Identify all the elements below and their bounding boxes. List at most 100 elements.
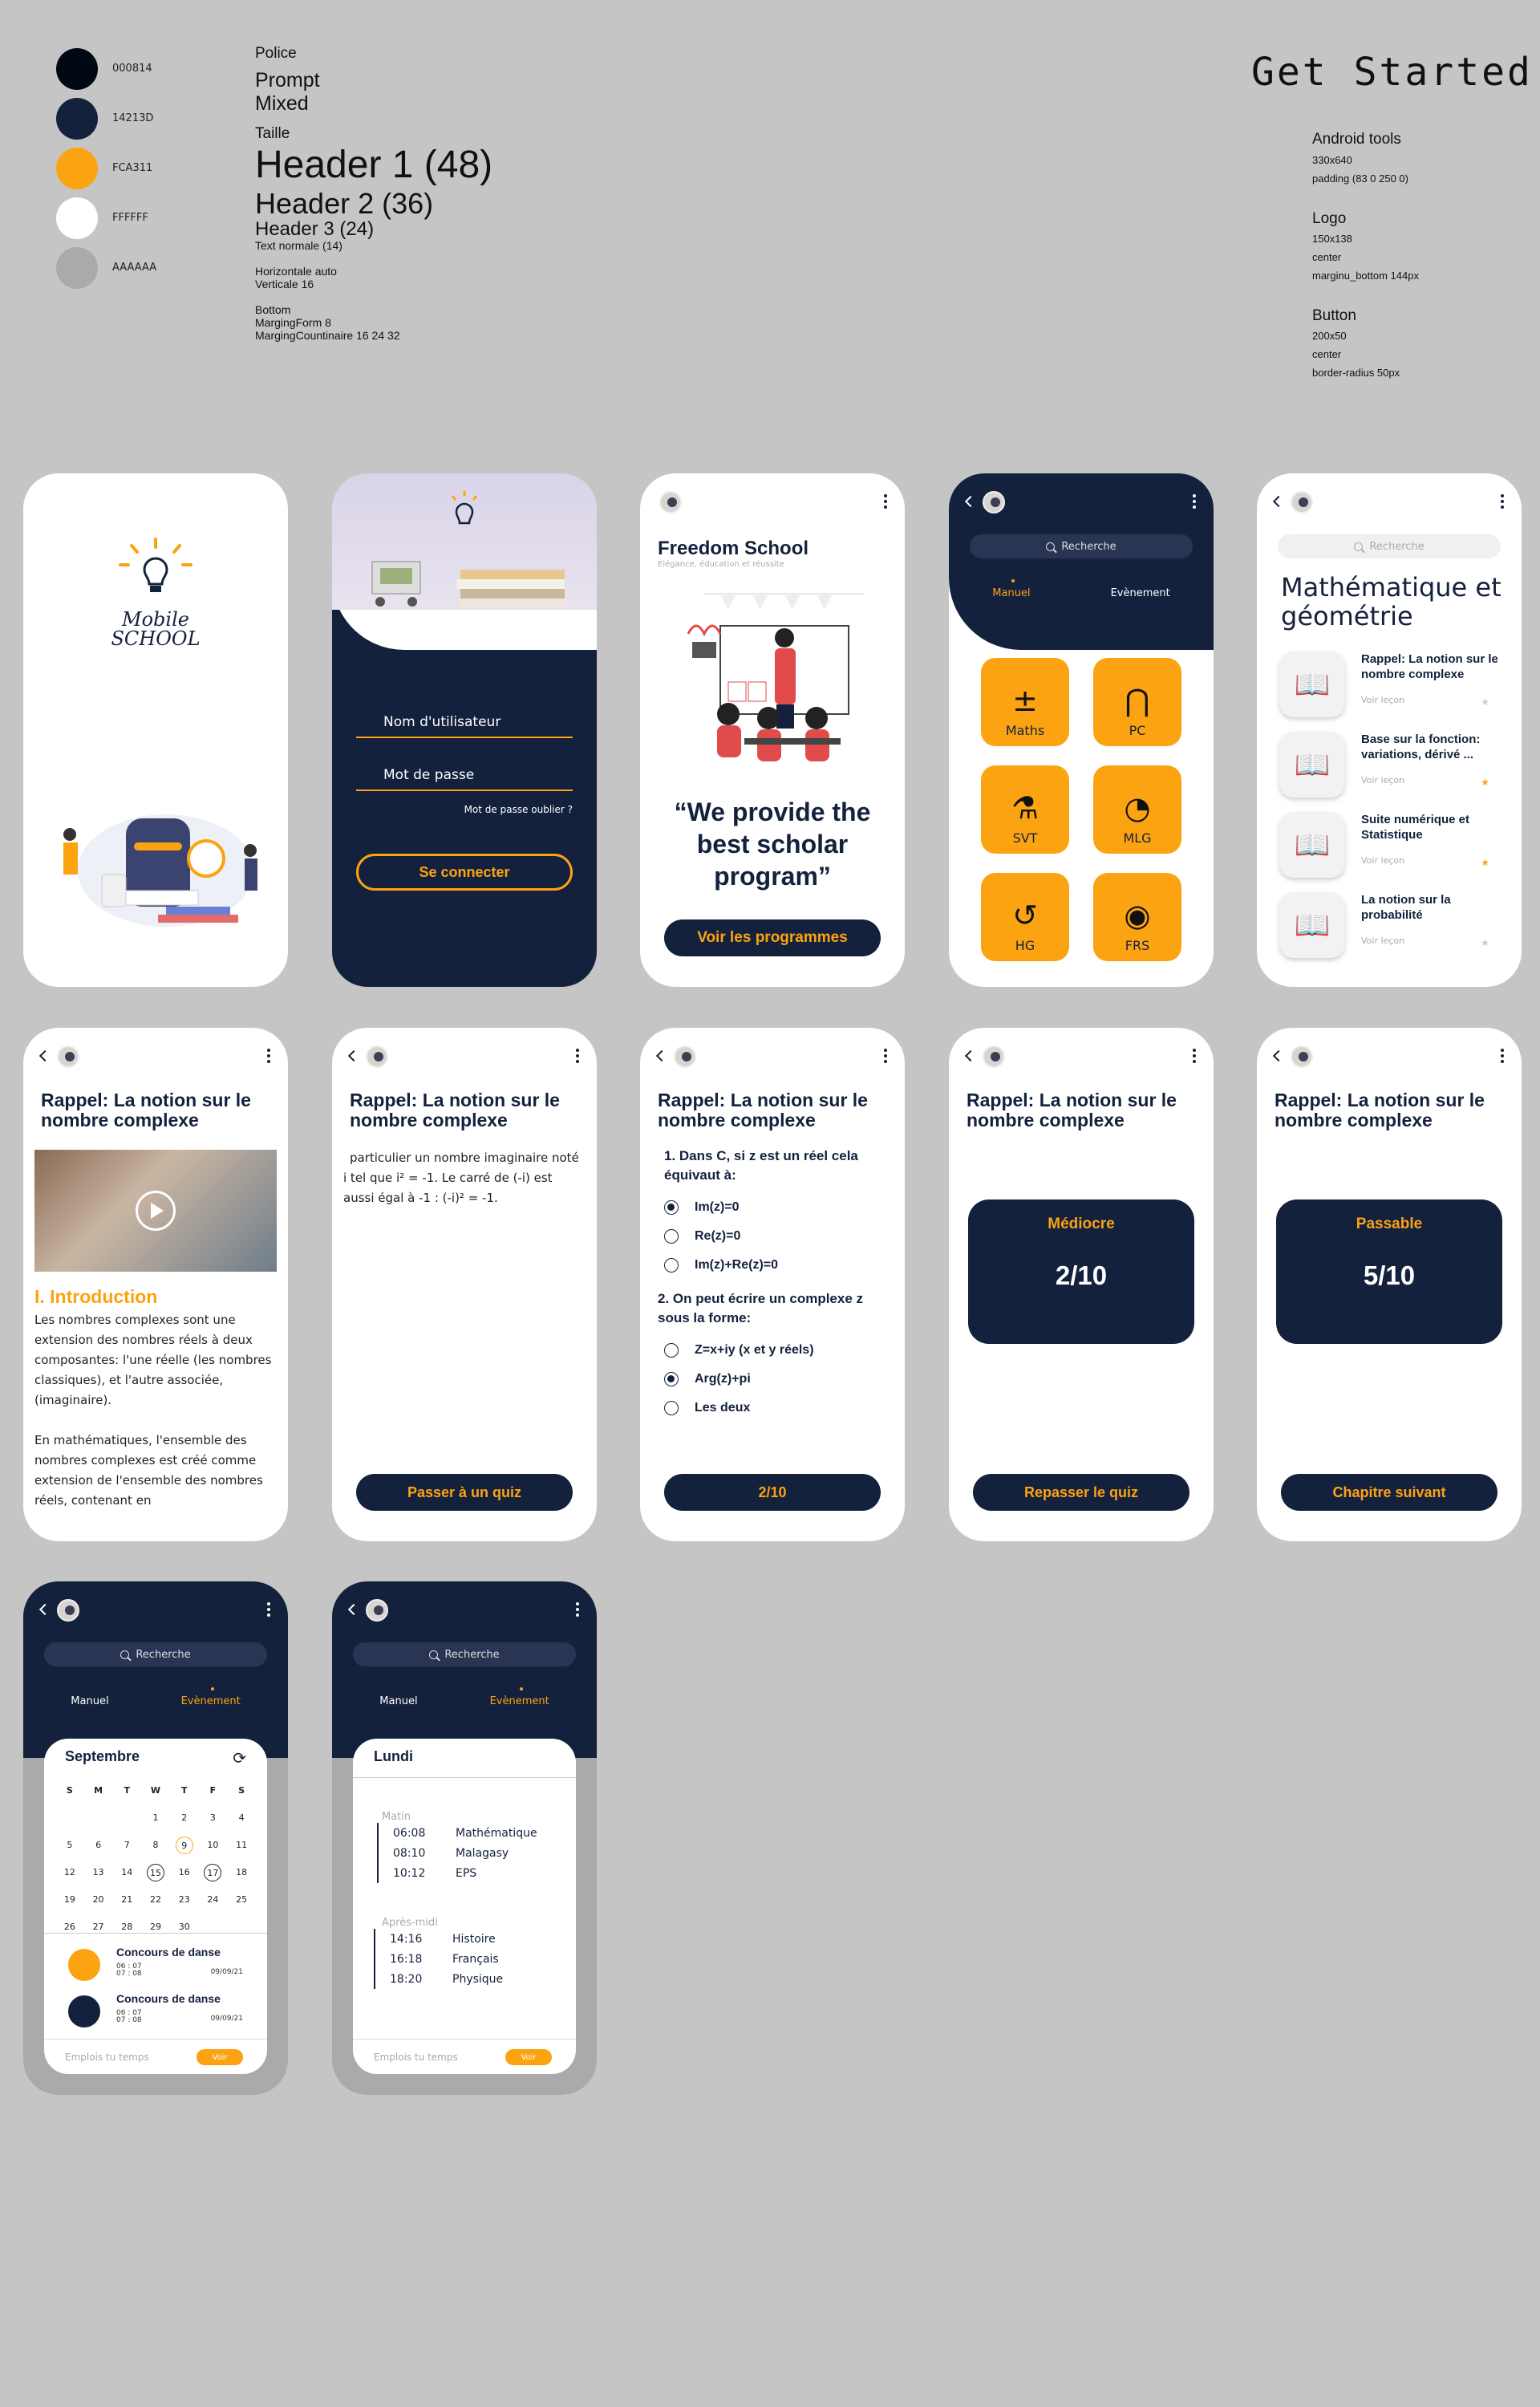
tab-evenement[interactable]: Evènement [181,1687,241,1707]
answer-option[interactable]: Les deux [664,1394,894,1423]
calendar-day[interactable]: 16 [170,1864,199,1881]
answer-option[interactable]: Arg(z)+pi [664,1365,894,1394]
schedule-row[interactable]: 16:18 Français [375,1949,560,1969]
star-icon[interactable]: ★ [1481,696,1489,708]
calendar-day[interactable]: 23 [170,1891,199,1909]
star-icon[interactable]: ★ [1481,777,1489,788]
calendar-day[interactable]: 4 [227,1809,256,1827]
more-icon[interactable] [576,1602,579,1617]
lesson-item[interactable]: 📖 Rappel: La notion sur le nombre complex… [1279,651,1506,724]
view-lesson-link[interactable]: Voir leçon [1361,936,1404,946]
subject-pc[interactable]: ⋂ PC [1093,658,1181,746]
tab-evenement[interactable]: Evènement [490,1687,549,1707]
more-icon[interactable] [1193,1049,1196,1063]
next-chapter-button[interactable]: Chapitre suivant [1281,1474,1497,1511]
lesson-item[interactable]: 📖 Base sur la fonction: variations, dériv… [1279,732,1506,804]
avatar[interactable] [57,1599,79,1622]
more-icon[interactable] [884,494,887,509]
lesson-item[interactable]: 📖 Suite numérique et Statistique Voir leço… [1279,812,1506,884]
answer-option[interactable]: Re(z)=0 [664,1222,894,1251]
avatar[interactable] [1291,491,1313,513]
star-icon[interactable]: ★ [1481,857,1489,868]
avatar[interactable] [1291,1045,1313,1068]
subject-hg[interactable]: ↺ HG [981,873,1069,961]
radio-selected[interactable] [664,1372,679,1386]
answer-option[interactable]: Im(z)+Re(z)=0 [664,1251,894,1280]
calendar-day[interactable]: 15 [146,1864,164,1881]
avatar[interactable] [983,1045,1005,1068]
schedule-row[interactable]: 18:20 Physique [375,1969,560,1989]
subject-svt[interactable]: ⚗ SVT [981,765,1069,854]
lesson-video[interactable] [34,1150,277,1272]
view-button[interactable]: Voir [505,2049,552,2065]
view-programs-button[interactable]: Voir les programmes [664,919,881,956]
tab-manuel[interactable]: Manuel [992,579,1031,599]
avatar[interactable] [366,1045,388,1068]
event-item[interactable]: Concours de danse 06 : 07 07 : 08 09/09/21 [68,1992,243,2032]
subject-maths[interactable]: ± Maths [981,658,1069,746]
calendar-day[interactable]: 8 [141,1837,170,1854]
play-icon[interactable] [136,1191,176,1231]
search-input[interactable]: Recherche [970,534,1193,558]
refresh-icon[interactable]: ⟳ [233,1748,246,1768]
radio[interactable] [664,1343,679,1358]
radio[interactable] [664,1401,679,1415]
calendar-day[interactable]: 20 [84,1891,113,1909]
radio[interactable] [664,1229,679,1244]
radio[interactable] [664,1258,679,1273]
calendar-day[interactable]: 21 [112,1891,141,1909]
back-icon[interactable] [1272,495,1285,508]
view-button[interactable]: Voir [197,2049,243,2065]
star-icon[interactable]: ★ [1481,937,1489,948]
schedule-row[interactable]: 10:12 EPS [379,1863,560,1883]
search-input[interactable]: Recherche [1278,534,1501,558]
avatar[interactable] [983,491,1005,513]
search-input[interactable]: Recherche [353,1642,576,1666]
login-button[interactable]: Se connecter [356,854,573,891]
calendar-day[interactable]: 9 [175,1837,193,1854]
back-icon[interactable] [1272,1049,1285,1062]
forgot-password-link[interactable]: Mot de passe oublier ? [464,804,573,815]
lesson-item[interactable]: 📖 La notion sur la probabilité Voir leçon ★ [1279,892,1506,964]
back-icon[interactable] [964,1049,977,1062]
calendar-day[interactable]: 18 [227,1864,256,1881]
back-icon[interactable] [347,1049,360,1062]
password-field[interactable]: Mot de passe [356,767,573,791]
more-icon[interactable] [1501,494,1504,509]
retake-quiz-button[interactable]: Repasser le quiz [973,1474,1189,1511]
event-item[interactable]: Concours de danse 06 : 07 07 : 08 09/09/21 [68,1946,243,1986]
subject-mlg[interactable]: ◔ MLG [1093,765,1181,854]
calendar-day[interactable]: 2 [170,1809,199,1827]
calendar-day[interactable]: 25 [227,1891,256,1909]
calendar-day[interactable]: 14 [112,1864,141,1881]
calendar-day[interactable]: 6 [84,1837,113,1854]
avatar[interactable] [659,491,682,513]
more-icon[interactable] [884,1049,887,1063]
calendar-day[interactable]: 3 [199,1809,228,1827]
more-icon[interactable] [1501,1049,1504,1063]
calendar-day[interactable]: 19 [55,1891,84,1909]
schedule-row[interactable]: 14:16 Histoire [375,1929,560,1949]
tab-evenement[interactable]: Evènement [1111,587,1170,599]
radio-selected[interactable] [664,1200,679,1215]
username-field[interactable]: Nom d'utilisateur [356,714,573,738]
more-icon[interactable] [267,1602,270,1617]
schedule-row[interactable]: 06:08 Mathématique [379,1823,560,1843]
schedule-row[interactable]: 08:10 Malagasy [379,1843,560,1863]
more-icon[interactable] [576,1049,579,1063]
avatar[interactable] [57,1045,79,1068]
view-lesson-link[interactable]: Voir leçon [1361,775,1404,785]
calendar-day[interactable]: 13 [84,1864,113,1881]
calendar-day[interactable]: 5 [55,1837,84,1854]
quiz-progress-button[interactable]: 2/10 [664,1474,881,1511]
calendar-day[interactable]: 10 [199,1837,228,1854]
more-icon[interactable] [267,1049,270,1063]
start-quiz-button[interactable]: Passer à un quiz [356,1474,573,1511]
back-icon[interactable] [655,1049,668,1062]
subject-frs[interactable]: ◉ FRS [1093,873,1181,961]
search-input[interactable]: Recherche [44,1642,267,1666]
view-lesson-link[interactable]: Voir leçon [1361,695,1404,705]
tab-manuel[interactable]: Manuel [379,1695,417,1707]
calendar-day[interactable]: 12 [55,1864,84,1881]
tab-manuel[interactable]: Manuel [71,1695,108,1707]
